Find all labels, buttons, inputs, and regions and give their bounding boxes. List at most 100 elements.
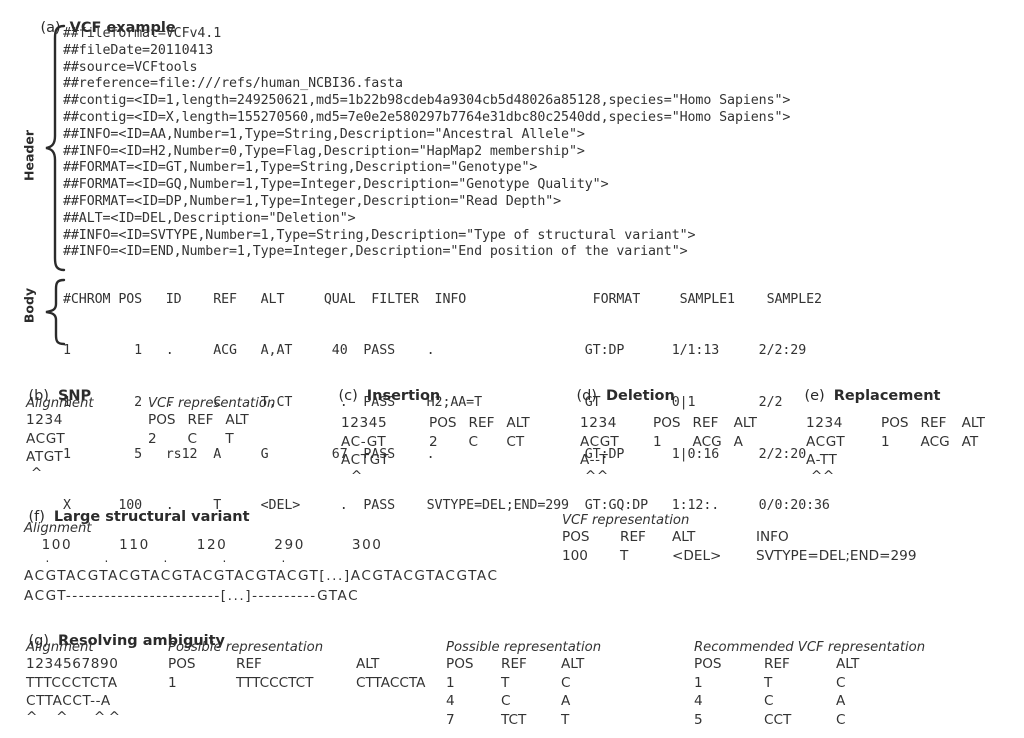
cell-alt: C [836, 711, 846, 728]
panel-e-heading: (e) Replacement [786, 372, 940, 420]
table-row: 1 TTTCCCTCT CTTACCTA [168, 674, 437, 693]
col-pos: POS [653, 415, 681, 431]
table-row: 1 T C [446, 674, 596, 693]
table-row: 7 TCT T [446, 711, 596, 730]
body-brace-label: Body [21, 287, 37, 324]
col-alt: ALT [225, 412, 249, 428]
col-pos: POS [446, 656, 474, 672]
cell-ref: CCT [764, 711, 792, 728]
vcf-header-block: ##fileformat=VCFv4.1 ##fileDate=20110413… [63, 26, 790, 261]
cell-pos: 2 [148, 430, 157, 447]
vcf-header-line: ##reference=file:///refs/human_NCBI36.fa… [63, 76, 403, 92]
cell-ref: C [468, 433, 479, 450]
alignment-coords: 1234567890 [26, 656, 119, 672]
cell-alt: AT [961, 433, 979, 450]
vcf-header-line: ##source=VCFtools [63, 59, 198, 75]
cell-ref: TCT [501, 711, 527, 728]
cell-alt: A [733, 433, 743, 450]
alignment-label: Alignment [26, 640, 94, 655]
col-alt: ALT [356, 656, 380, 672]
table-row: 4 C A [446, 692, 596, 711]
alignment-ref: TTTCCCTCTA [26, 674, 118, 691]
panel-f-vcf: VCF representation POS REF ALT INFO 100 … [562, 513, 928, 565]
col-ref: REF [692, 415, 719, 431]
cell-info: SVTYPE=DEL;END=299 [756, 547, 917, 564]
header-brace-label: Header [21, 130, 37, 181]
panel-e-table: POS REF ALT 1 ACG AT [881, 414, 997, 451]
cell-ref: ACG [692, 433, 722, 450]
panel-f-table: POS REF ALT INFO 100 T <DEL> SVTYPE=DEL;… [562, 528, 928, 565]
col-pos: POS [562, 529, 590, 545]
table-row: 2 C T [148, 430, 261, 449]
cell-ref: C [501, 693, 511, 710]
col-alt: ALT [836, 656, 860, 672]
vcf-header-line: ##contig=<ID=X,length=155270560,md5=7e0e… [63, 109, 791, 125]
alignment-alt: A-TT [806, 452, 838, 469]
vcf-figure: (a) VCF example Header Body ##fileformat=… [0, 0, 1024, 738]
panel-g-possible-1-table: POS REF ALT 1 TTTCCCTCT CTTACCTA [168, 655, 437, 692]
table-header-row: POS REF ALT [446, 655, 596, 674]
table-row: 2 C CT [429, 433, 542, 452]
cell-alt: T [225, 430, 234, 447]
col-alt: ALT [733, 415, 757, 431]
cell-ref: T [501, 674, 510, 691]
panel-g-possible-2-table: POS REF ALT 1 T C 4 C A 7 TCT T [446, 655, 596, 729]
col-ref: REF [501, 656, 527, 672]
alignment-label: Alignment [26, 396, 94, 411]
col-ref: REF [920, 415, 947, 431]
panel-d-heading: (d) Deletion [558, 372, 675, 420]
alignment-coords: 12345 [341, 415, 388, 431]
alignment-coords: 1234 [806, 415, 843, 431]
vcf-header-line: ##fileDate=20110413 [63, 42, 214, 58]
panel-b-table: POS REF ALT 2 C T [148, 411, 261, 448]
cell-alt: T [561, 711, 570, 728]
cell-pos: 5 [694, 711, 703, 728]
panel-c-table: POS REF ALT 2 C CT [429, 414, 542, 451]
cell-alt: <DEL> [672, 547, 722, 564]
alignment-alt: CTTACCT--A [26, 693, 111, 710]
table-row: 5 CCT C [694, 711, 871, 730]
alignment-caret: ^ [341, 467, 363, 484]
panel-g-alignment: Alignment 1234567890 TTTCCCTCTA CTTACCT-… [26, 640, 123, 724]
alignment-alt: A--T [580, 452, 609, 469]
alignment-ref: AC-GT [341, 433, 387, 450]
alignment-alt: ACTGT [341, 452, 390, 469]
panel-c-title: Insertion [366, 388, 441, 404]
coordinate-ticks: . . . . . [24, 551, 287, 566]
table-header-row: POS REF ALT [694, 655, 871, 674]
panel-c-vcf: POS REF ALT 2 C CT [429, 414, 542, 451]
alignment-caret: ^ [26, 464, 43, 481]
vcf-representation-label: VCF representation [562, 513, 690, 528]
vcf-header-line: ##FORMAT=<ID=DP,Number=1,Type=Integer,De… [63, 193, 562, 209]
cell-pos: 7 [446, 711, 455, 728]
vcf-header-line: ##INFO=<ID=SVTYPE,Number=1,Type=String,D… [63, 227, 696, 243]
alignment-alt: ATGT [26, 449, 64, 466]
col-ref: REF [187, 412, 214, 428]
cell-alt: C [561, 674, 571, 691]
cell-alt: A [836, 693, 846, 710]
panel-d-letter: (d) [576, 388, 597, 404]
col-alt: ALT [672, 529, 696, 545]
cell-alt: A [561, 693, 571, 710]
panel-b-vcf: VCF representation POS REF ALT 2 C T [148, 396, 275, 448]
col-pos: POS [148, 412, 176, 428]
panel-d-title: Deletion [605, 388, 675, 404]
cell-alt: C [836, 674, 846, 691]
col-pos: POS [168, 656, 196, 672]
reference-sequence: ACGTACGTACGTACGTACGTACGTACGT[...]ACGTACG… [24, 568, 499, 585]
col-alt: ALT [961, 415, 985, 431]
cell-pos: 1 [653, 433, 662, 450]
alignment-label: Alignment [24, 521, 92, 536]
panel-g-recommended: Recommended VCF representation POS REF A… [694, 640, 925, 729]
cell-pos: 2 [429, 433, 438, 450]
table-header-row: POS REF ALT [168, 655, 437, 674]
cell-ref: TTTCCCTCT [236, 674, 314, 691]
col-info: INFO [756, 529, 789, 545]
possible-representation-label: Possible representation [446, 640, 602, 655]
vcf-header-line: ##FORMAT=<ID=GT,Number=1,Type=String,Des… [63, 160, 538, 176]
table-header-row: POS REF ALT [148, 411, 261, 430]
cell-ref: C [764, 693, 774, 710]
alignment-ref: ACGT [580, 433, 620, 450]
alternate-sequence: ACGT------------------------[...]-------… [24, 588, 360, 604]
cell-ref: T [764, 674, 773, 691]
